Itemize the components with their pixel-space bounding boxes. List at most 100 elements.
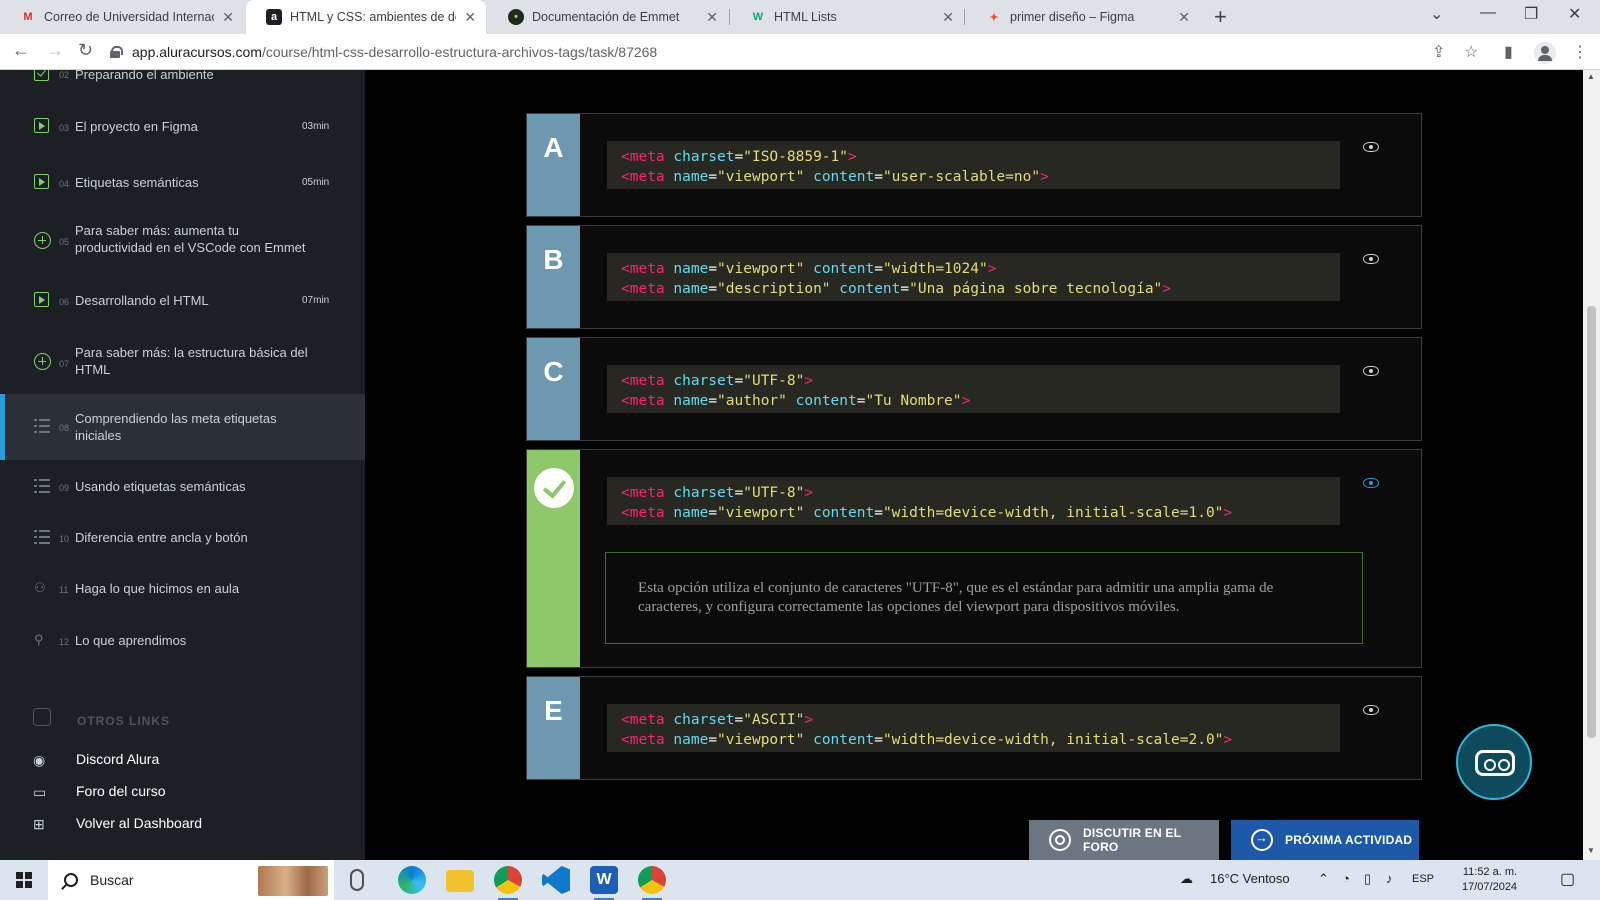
volume-icon[interactable]: ♪ — [1386, 871, 1393, 886]
back-arrow-icon[interactable]: ← — [12, 40, 30, 61]
vscode-icon[interactable] — [542, 866, 570, 894]
weather-text[interactable]: 16°C Ventoso — [1210, 871, 1290, 886]
play-icon — [34, 292, 49, 307]
eye-icon[interactable] — [1363, 254, 1379, 264]
check-icon — [34, 70, 49, 81]
windows-start-icon[interactable] — [16, 872, 32, 888]
lesson-number: 02 — [59, 70, 70, 80]
option-b[interactable]: B <meta name="viewport" content="width=1… — [526, 225, 1422, 329]
discord-icon: ◉ — [33, 752, 46, 768]
eye-icon[interactable] — [1363, 366, 1379, 376]
list-icon — [34, 530, 50, 544]
eye-icon[interactable] — [1363, 705, 1379, 715]
more-menu-icon[interactable]: ⋮ — [1572, 42, 1588, 62]
close-icon[interactable]: ✕ — [706, 9, 718, 26]
lifebuoy-icon — [1049, 829, 1071, 851]
mouse-app-icon[interactable] — [350, 869, 364, 891]
taskbar-search-input[interactable]: Buscar — [48, 860, 334, 900]
discuss-forum-button[interactable]: DISCUTIR EN EL FORO — [1029, 820, 1219, 860]
sidebar-link-foro[interactable]: ▭ Foro del curso — [0, 780, 365, 804]
forward-arrow-icon[interactable]: → — [46, 40, 64, 61]
lesson-duration: 07min — [302, 295, 330, 306]
code-block: <meta charset="ASCII"> <meta name="viewp… — [607, 704, 1340, 752]
battery-icon[interactable]: ▯ — [1364, 871, 1371, 887]
chrome-icon[interactable] — [494, 866, 522, 900]
network-icon[interactable]: ◔ — [1342, 871, 1350, 886]
edge-icon[interactable] — [398, 866, 426, 894]
sidebar-lesson-11[interactable]: ⚇ 11 Haga lo que hicimos en aula — [0, 572, 365, 606]
option-a[interactable]: A <meta charset="ISO-8859-1"> <meta name… — [526, 113, 1422, 217]
tray-chevron-icon[interactable]: ⌃ — [1318, 871, 1329, 887]
emmet-icon: • — [508, 9, 524, 25]
share-icon[interactable]: ⇪ — [1432, 42, 1445, 62]
lesson-number: 11 — [59, 585, 69, 595]
sidebar-lesson-12[interactable]: ⚲ 12 Lo que aprendimos — [0, 624, 365, 658]
sidebar-lesson-07[interactable]: 07 Para saber más: la estructura básica … — [0, 338, 365, 384]
page-scrollbar[interactable]: ▲ ▼ — [1583, 70, 1600, 860]
next-activity-label: PRÓXIMA ACTIVIDAD — [1285, 833, 1413, 847]
course-sidebar: 02 Preparando el ambiente 03 El proyecto… — [0, 70, 365, 860]
sidebar-link-discord[interactable]: ◉ Discord Alura — [0, 748, 365, 772]
tab-alura[interactable]: a HTML y CSS: ambientes de desar ✕ — [246, 0, 486, 34]
lesson-label: Lo que aprendimos — [75, 633, 187, 648]
word-icon[interactable]: W — [590, 866, 618, 900]
scroll-up-icon[interactable]: ▲ — [1587, 72, 1595, 81]
bookmark-star-icon[interactable]: ☆ — [1464, 42, 1478, 62]
sidebar-lesson-10[interactable]: 10 Diferencia entre ancla y botón — [0, 521, 365, 555]
scrollbar-thumb[interactable] — [1587, 306, 1596, 738]
scroll-down-icon[interactable]: ▼ — [1587, 846, 1595, 855]
sidebar-lesson-03[interactable]: 03 El proyecto en Figma 03min — [0, 110, 365, 144]
lesson-number: 08 — [59, 423, 70, 433]
lesson-label: Etiquetas semánticas — [75, 175, 199, 190]
lesson-label: Comprendiendo las meta etiquetas inicial… — [75, 411, 277, 443]
tab-w3schools[interactable]: W HTML Lists ✕ — [730, 0, 964, 34]
eye-icon[interactable] — [1363, 142, 1379, 152]
taskbar-clock[interactable]: 11:52 a. m. 17/07/2024 — [1462, 865, 1517, 895]
new-tab-icon[interactable]: + — [1214, 4, 1227, 30]
link-label: Foro del curso — [76, 783, 166, 799]
tab-figma[interactable]: ✦ primer diseño – Figma ✕ — [966, 0, 1200, 34]
window-close-icon[interactable]: ✕ — [1568, 4, 1581, 24]
code-block: <meta charset="UTF-8"> <meta name="autho… — [607, 365, 1340, 413]
minimize-icon[interactable]: — — [1480, 4, 1496, 22]
close-icon[interactable]: ✕ — [1178, 9, 1190, 26]
lesson-label: Haga lo que hicimos en aula — [75, 581, 240, 596]
tab-gmail[interactable]: M Correo de Universidad Internacio ✕ — [0, 0, 244, 34]
chatbot-button[interactable] — [1456, 724, 1532, 800]
reload-icon[interactable]: ↻ — [78, 40, 93, 61]
play-icon — [34, 118, 49, 133]
sidebar-lesson-06[interactable]: 06 Desarrollando el HTML 07min — [0, 284, 365, 318]
next-activity-button[interactable]: PRÓXIMA ACTIVIDAD — [1231, 820, 1419, 860]
play-icon — [34, 174, 49, 189]
file-explorer-icon[interactable] — [446, 870, 474, 892]
sidebar-lesson-08-current[interactable]: 08 Comprendiendo las meta etiquetas inic… — [0, 394, 365, 460]
search-icon — [64, 873, 78, 887]
eye-icon[interactable] — [1363, 478, 1379, 488]
side-panel-icon[interactable]: ▮ — [1504, 42, 1513, 62]
lesson-number: 10 — [59, 534, 70, 544]
sidebar-link-dashboard[interactable]: ⊞ Volver al Dashboard — [0, 812, 365, 836]
sidebar-lesson-04[interactable]: 04 Etiquetas semánticas 05min — [0, 166, 365, 200]
url-input[interactable]: app.aluracursos.com/course/html-css-desa… — [110, 39, 1440, 65]
profile-avatar[interactable] — [1534, 42, 1556, 64]
close-icon[interactable]: ✕ — [464, 9, 476, 26]
language-indicator[interactable]: ESP — [1412, 873, 1434, 885]
people-icon: ⚇ — [34, 580, 46, 595]
lesson-label: Diferencia entre ancla y botón — [75, 530, 248, 545]
option-e[interactable]: E <meta charset="ASCII"> <meta name="vie… — [526, 676, 1422, 780]
sidebar-lesson-09[interactable]: 09 Usando etiquetas semánticas — [0, 470, 365, 504]
close-icon[interactable]: ✕ — [942, 9, 954, 26]
chrome-icon[interactable] — [638, 866, 666, 900]
restore-icon[interactable]: ❐ — [1524, 4, 1538, 24]
option-letter-column — [527, 450, 580, 667]
close-icon[interactable]: ✕ — [222, 9, 234, 26]
tab-search-chevron-icon[interactable]: ⌄ — [1430, 4, 1443, 24]
tab-emmet[interactable]: • Documentación de Emmet ✕ — [488, 0, 728, 34]
option-d-correct[interactable]: <meta charset="UTF-8"> <meta name="viewp… — [526, 449, 1422, 668]
option-c[interactable]: C <meta charset="UTF-8"> <meta name="aut… — [526, 337, 1422, 441]
lesson-label: Desarrollando el HTML — [75, 293, 209, 308]
sidebar-lesson-02[interactable]: 02 Preparando el ambiente — [0, 70, 365, 86]
notifications-icon[interactable]: ▢ — [1560, 869, 1575, 889]
sidebar-lesson-05[interactable]: 05 Para saber más: aumenta tu productivi… — [0, 216, 365, 262]
alura-icon: a — [266, 9, 282, 25]
